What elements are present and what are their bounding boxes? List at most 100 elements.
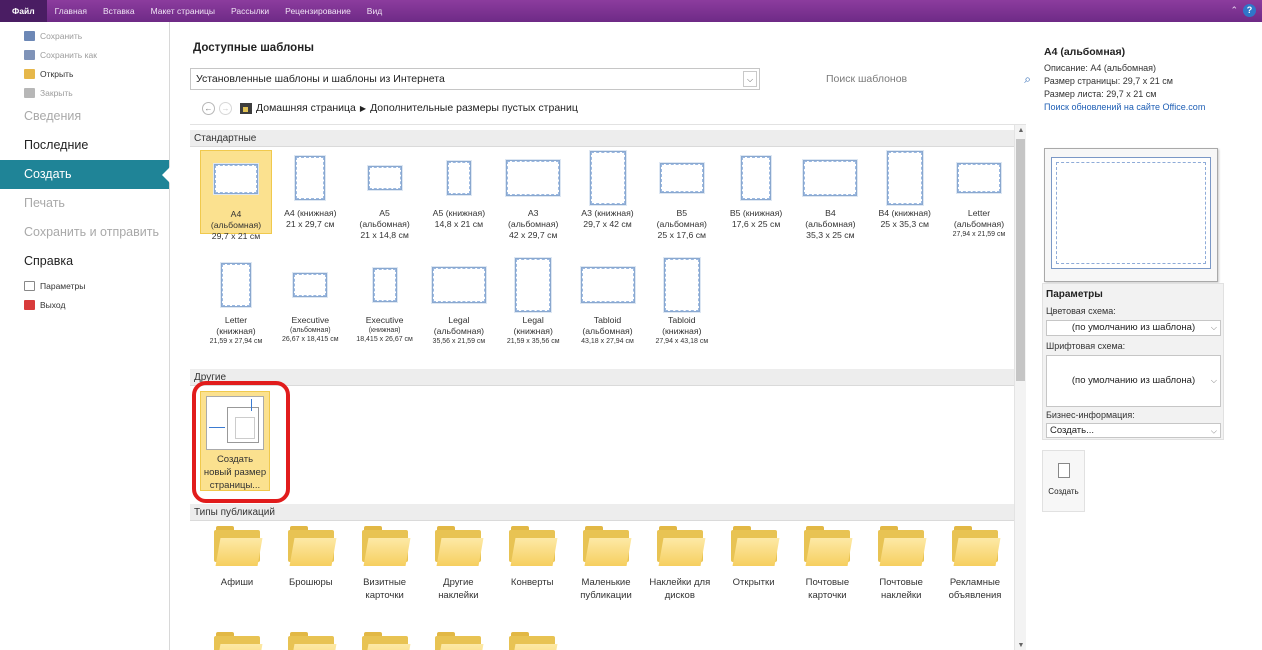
tab-insert[interactable]: Вставка xyxy=(95,0,143,22)
tile-label: Executive xyxy=(365,315,404,325)
scroll-down-icon[interactable]: ▼ xyxy=(1015,642,1026,649)
scrollbar-thumb[interactable] xyxy=(1016,139,1025,381)
template-tile[interactable]: B5 (альбомная) 25 x 17,6 см xyxy=(646,150,718,240)
tab-review[interactable]: Рецензирование xyxy=(277,0,359,22)
tile-label: Letter xyxy=(224,315,248,325)
template-tile[interactable]: B4 (книжная) 25 x 35,3 см xyxy=(869,150,941,234)
search-input[interactable]: Поиск шаблонов ⌕ xyxy=(823,68,1033,90)
color-scheme-label: Цветовая схема: xyxy=(1046,306,1116,316)
template-tile[interactable]: Legal (альбомная) 35,56 x 21,59 см xyxy=(423,257,495,345)
tile-label: Tabloid xyxy=(668,315,696,325)
tile-label: Letter xyxy=(967,208,991,218)
vertical-scrollbar[interactable]: ▲ ▼ xyxy=(1014,125,1026,650)
color-scheme-select[interactable]: (по умолчанию из шаблона) ⌵ xyxy=(1046,320,1221,336)
template-page-size: Размер страницы: 29,7 x 21 см xyxy=(1044,76,1173,86)
template-tile[interactable]: A5 (альбомная) 21 x 14,8 см xyxy=(349,150,421,240)
folder-label: дисков xyxy=(664,590,695,601)
template-tile[interactable]: A3 (книжная) 29,7 x 42 см xyxy=(572,150,644,234)
nav-save[interactable]: Сохранить xyxy=(0,26,169,45)
template-tile[interactable]: Tabloid (альбомная) 43,18 x 27,94 см xyxy=(572,257,644,345)
publication-folder[interactable] xyxy=(346,632,424,650)
back-icon[interactable]: ← xyxy=(202,101,215,115)
tab-mailings[interactable]: Рассылки xyxy=(223,0,277,22)
font-scheme-select[interactable]: (по умолчанию из шаблона) ⌵ xyxy=(1046,355,1221,407)
tile-label: 14,8 x 21 см xyxy=(434,219,484,229)
template-tile[interactable]: A3 (альбомная) 42 x 29,7 см xyxy=(497,150,569,240)
template-tile[interactable]: B5 (книжная) 17,6 x 25 см xyxy=(720,150,792,234)
exit-icon xyxy=(24,299,35,310)
publication-folder[interactable]: Афиши xyxy=(198,526,276,589)
nav-help[interactable]: Справка xyxy=(0,247,169,276)
template-tile[interactable]: Legal (книжная) 21,59 x 35,56 см xyxy=(497,257,569,345)
template-preview xyxy=(1044,148,1218,282)
template-source-select[interactable]: Установленные шаблоны и шаблоны из Интер… xyxy=(190,68,760,90)
ribbon-minimize-icon[interactable]: ⌃ xyxy=(1230,5,1238,16)
page-thumbnail xyxy=(957,163,1001,193)
folder-icon xyxy=(287,632,337,650)
business-info-select[interactable]: Создать... ⌵ xyxy=(1046,423,1221,438)
template-tile[interactable]: A4 (альбомная) 29,7 x 21 см xyxy=(200,150,272,241)
folder-label: Открытки xyxy=(732,577,775,588)
publication-folder[interactable]: Визитные карточки xyxy=(346,526,424,602)
nav-open[interactable]: Открыть xyxy=(0,64,169,83)
template-tile[interactable]: Letter (альбомная) 27,94 x 21,59 см xyxy=(943,150,1015,238)
nav-options[interactable]: Параметры xyxy=(0,276,169,295)
publication-folder[interactable]: Другие наклейки xyxy=(419,526,497,602)
template-tile[interactable]: Letter (книжная) 21,59 x 27,94 см xyxy=(200,257,272,345)
template-tile[interactable]: A5 (книжная) 14,8 x 21 см xyxy=(423,150,495,234)
publication-folder[interactable]: Наклейки для дисков xyxy=(641,526,719,602)
page-title: Доступные шаблоны xyxy=(193,42,314,54)
publication-folder[interactable] xyxy=(419,632,497,650)
nav-close[interactable]: Закрыть xyxy=(0,83,169,102)
publication-folder[interactable]: Маленькие публикации xyxy=(567,526,645,602)
publication-folder[interactable]: Рекламные объявления xyxy=(936,526,1014,602)
breadcrumb-home[interactable]: Домашняя страница xyxy=(256,102,356,114)
nav-save-as[interactable]: Сохранить как xyxy=(0,45,169,64)
folder-label: карточки xyxy=(365,590,404,601)
create-button[interactable]: Создать xyxy=(1042,450,1085,512)
publication-folder[interactable]: Брошюры xyxy=(272,526,350,589)
tile-label: Tabloid xyxy=(593,315,622,325)
tile-label: 35,56 x 21,59 см xyxy=(432,338,486,345)
publication-folder[interactable] xyxy=(493,632,571,650)
breadcrumb-separator: ▶ xyxy=(359,103,367,113)
publication-folder[interactable]: Почтовые наклейки xyxy=(862,526,940,602)
office-updates-link[interactable]: Поиск обновлений на сайте Office.com xyxy=(1044,102,1205,112)
chevron-down-icon[interactable]: ⌵ xyxy=(743,71,757,87)
template-tile[interactable]: Tabloid (книжная) 27,94 x 43,18 см xyxy=(646,257,718,345)
nav-create[interactable]: Создать xyxy=(0,160,170,189)
search-icon[interactable]: ⌕ xyxy=(1024,68,1031,90)
template-tile[interactable]: Executive (альбомная) 26,67 x 18,415 см xyxy=(274,257,346,343)
template-tile[interactable]: Executive (книжная) 18,415 x 26,67 см xyxy=(349,257,421,343)
folder-label: Визитные xyxy=(363,577,407,588)
selected-template-title: A4 (альбомная) xyxy=(1044,46,1126,58)
tile-label: A5 (книжная) xyxy=(432,208,486,218)
publication-folder[interactable]: Открытки xyxy=(715,526,793,589)
page-thumbnail xyxy=(580,267,635,303)
tab-view[interactable]: Вид xyxy=(359,0,390,22)
publication-folder[interactable]: Конверты xyxy=(493,526,571,589)
template-tile[interactable]: A4 (книжная) 21 x 29,7 см xyxy=(274,150,346,234)
publication-folder[interactable] xyxy=(198,632,276,650)
nav-exit[interactable]: Выход xyxy=(0,295,169,314)
page-thumbnail xyxy=(214,164,258,194)
nav-info[interactable]: Сведения xyxy=(0,102,169,131)
publication-folder[interactable] xyxy=(272,632,350,650)
home-icon[interactable] xyxy=(240,102,252,114)
nav-save-send[interactable]: Сохранить и отправить xyxy=(0,218,169,247)
tile-label: 17,6 x 25 см xyxy=(731,219,781,229)
tab-home[interactable]: Главная xyxy=(47,0,95,22)
template-tile[interactable]: B4 (альбомная) 35,3 x 25 см xyxy=(794,150,866,240)
save-icon xyxy=(24,30,35,41)
nav-recent[interactable]: Последние xyxy=(0,131,169,160)
scroll-up-icon[interactable]: ▲ xyxy=(1015,127,1026,134)
tab-page-layout[interactable]: Макет страницы xyxy=(143,0,223,22)
tile-label: B4 (книжная) xyxy=(878,208,931,218)
publication-folder[interactable]: Почтовые карточки xyxy=(788,526,866,602)
tab-file[interactable]: Файл xyxy=(0,0,47,22)
tile-label: A3 xyxy=(527,208,539,218)
help-icon[interactable]: ? xyxy=(1243,4,1256,17)
page-thumbnail xyxy=(659,163,704,193)
forward-icon[interactable]: → xyxy=(219,101,232,115)
nav-print[interactable]: Печать xyxy=(0,189,169,218)
